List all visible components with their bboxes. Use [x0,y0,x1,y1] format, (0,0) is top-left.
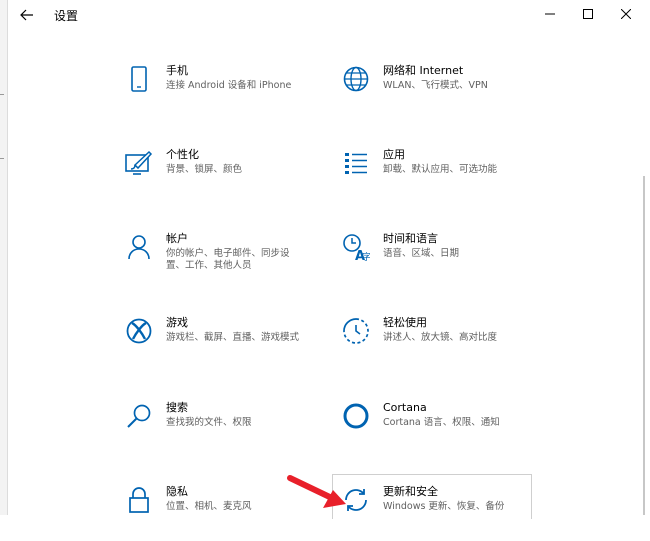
tile-title: 时间和语言 [383,232,438,245]
tile-gaming[interactable]: 游戏 游戏栏、截屏、直播、游戏模式 [124,316,324,372]
tile-phone[interactable]: 手机 连接 Android 设备和 iPhone [124,64,324,120]
phone-icon [124,64,154,94]
tile-description: 游戏栏、截屏、直播、游戏模式 [166,332,300,343]
background-window-edge [0,0,7,515]
tile-title: 帐户 [166,232,188,245]
tile-description: WLAN、飞行模式、VPN [383,80,488,91]
tile-description: 讲述人、放大镜、高对比度 [383,332,498,343]
back-button[interactable] [12,2,42,28]
tile-title: 更新和安全 [383,485,438,498]
tile-search[interactable]: 搜索 查找我的文件、权限 [124,401,324,457]
tile-description: Windows 更新、恢复、备份 [383,501,505,512]
window-title: 设置 [54,9,79,23]
minimize-button[interactable] [532,2,568,26]
arrow-left-icon [20,9,34,21]
paint-screen-icon [124,148,154,178]
tile-title: 隐私 [166,485,188,498]
close-icon [621,9,631,19]
person-icon [124,232,154,262]
settings-window: 设置 [7,0,650,515]
tile-accounts[interactable]: 帐户 你的帐户、电子邮件、同步设 置、工作、其他人员 [124,232,324,288]
tile-apps[interactable]: 应用 卸载、默认应用、可选功能 [341,148,541,204]
tile-network[interactable]: 网络和 Internet WLAN、飞行模式、VPN [341,64,541,120]
tile-title: 搜索 [166,401,188,414]
tile-description: 语音、区域、日期 [383,248,460,259]
cortana-icon [341,401,371,431]
tile-description: 位置、相机、麦克风 [166,501,252,512]
app-list-icon [341,148,371,178]
ease-of-access-icon [341,316,371,346]
tile-personalization[interactable]: 个性化 背景、锁屏、颜色 [124,148,324,204]
tile-title: 轻松使用 [383,316,427,329]
tile-title: 手机 [166,64,188,77]
xbox-icon [124,316,154,346]
search-icon [124,401,154,431]
minimize-icon [545,9,555,19]
tile-title: Cortana [383,401,427,414]
tile-ease-of-access[interactable]: 轻松使用 讲述人、放大镜、高对比度 [341,316,541,372]
tile-title: 网络和 Internet [383,64,464,77]
tile-title: 游戏 [166,316,188,329]
lock-icon [124,485,154,515]
tile-cortana[interactable]: Cortana Cortana 语言、权限、通知 [341,401,541,457]
tile-description: 连接 Android 设备和 iPhone [166,80,292,91]
globe-icon [341,64,371,94]
tile-description: 背景、锁屏、颜色 [166,164,243,175]
tile-time-language[interactable]: A字 时间和语言 语音、区域、日期 [341,232,541,288]
maximize-icon [583,9,593,19]
maximize-button[interactable] [570,2,606,26]
time-language-icon: A字 [341,232,371,262]
sync-icon [341,485,371,515]
tile-title: 个性化 [166,148,199,161]
tile-privacy[interactable]: 隐私 位置、相机、麦克风 [124,485,324,541]
svg-text:字: 字 [362,251,370,261]
scrollbar[interactable] [643,176,645,515]
tile-description: 卸载、默认应用、可选功能 [383,164,498,175]
close-button[interactable] [608,2,644,26]
tile-description: Cortana 语言、权限、通知 [383,417,500,428]
title-bar: 设置 [8,0,650,30]
tile-description: 查找我的文件、权限 [166,417,252,428]
tile-description: 你的帐户、电子邮件、同步设 置、工作、其他人员 [166,248,290,271]
tile-title: 应用 [383,148,405,161]
tile-update-security[interactable]: 更新和安全 Windows 更新、恢复、备份 [341,485,541,541]
